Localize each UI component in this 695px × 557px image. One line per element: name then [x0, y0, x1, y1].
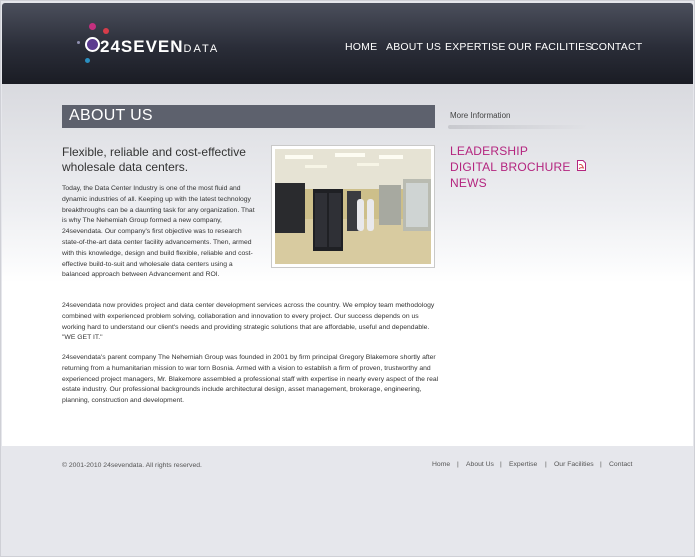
nav-item-our-facilities[interactable]: OUR FACILITIES: [508, 41, 592, 53]
footer-link-our-facilities[interactable]: Our Facilities: [554, 461, 594, 468]
sidebar-heading: More Information: [450, 111, 511, 120]
footer-nav: Home | About Us | Expertise | Our Facili…: [1, 461, 692, 471]
sidebar-link-news[interactable]: NEWS: [450, 176, 487, 190]
nav-item-expertise[interactable]: EXPERTISE: [445, 41, 506, 53]
intro-paragraph: Today, the Data Center Industry is one o…: [62, 185, 255, 279]
main-nav: HOME ABOUT US EXPERTISE OUR FACILITIES C…: [2, 41, 693, 55]
sidebar-link-leadership[interactable]: LEADERSHIP: [450, 144, 528, 158]
footer-separator: |: [457, 461, 459, 468]
footer-link-about-us[interactable]: About Us: [466, 461, 494, 468]
logo-dot-blue: [85, 58, 90, 63]
page-frame: 24SEVENDATA HOME ABOUT US EXPERTISE OUR …: [0, 0, 695, 557]
footer-separator: |: [500, 461, 502, 468]
footer-link-expertise[interactable]: Expertise: [509, 461, 537, 468]
data-center-photo: [271, 145, 435, 268]
history-paragraph: 24sevendata's parent company The Nehemia…: [62, 354, 439, 405]
sidebar-divider: [448, 125, 588, 129]
footer-separator: |: [600, 461, 602, 468]
nav-item-home[interactable]: HOME: [345, 41, 377, 53]
tagline: Flexible, reliable and cost-effective wh…: [62, 145, 246, 174]
footer-link-contact[interactable]: Contact: [609, 461, 632, 468]
photo-canvas: [275, 149, 431, 264]
logo-dot-magenta: [89, 23, 96, 30]
page-title: ABOUT US: [62, 105, 435, 128]
site-header: 24SEVENDATA HOME ABOUT US EXPERTISE OUR …: [2, 3, 693, 84]
footer-link-home[interactable]: Home: [432, 461, 450, 468]
nav-item-about-us[interactable]: ABOUT US: [386, 41, 441, 53]
nav-item-contact[interactable]: CONTACT: [591, 41, 642, 53]
footer-separator: |: [545, 461, 547, 468]
logo-dot-red: [103, 28, 109, 34]
services-paragraph: 24sevendata now provides project and dat…: [62, 302, 435, 342]
data-center-illustration: [275, 149, 431, 264]
pdf-icon[interactable]: [577, 158, 586, 171]
sidebar-link-digital-brochure[interactable]: DIGITAL BROCHURE: [450, 160, 571, 174]
